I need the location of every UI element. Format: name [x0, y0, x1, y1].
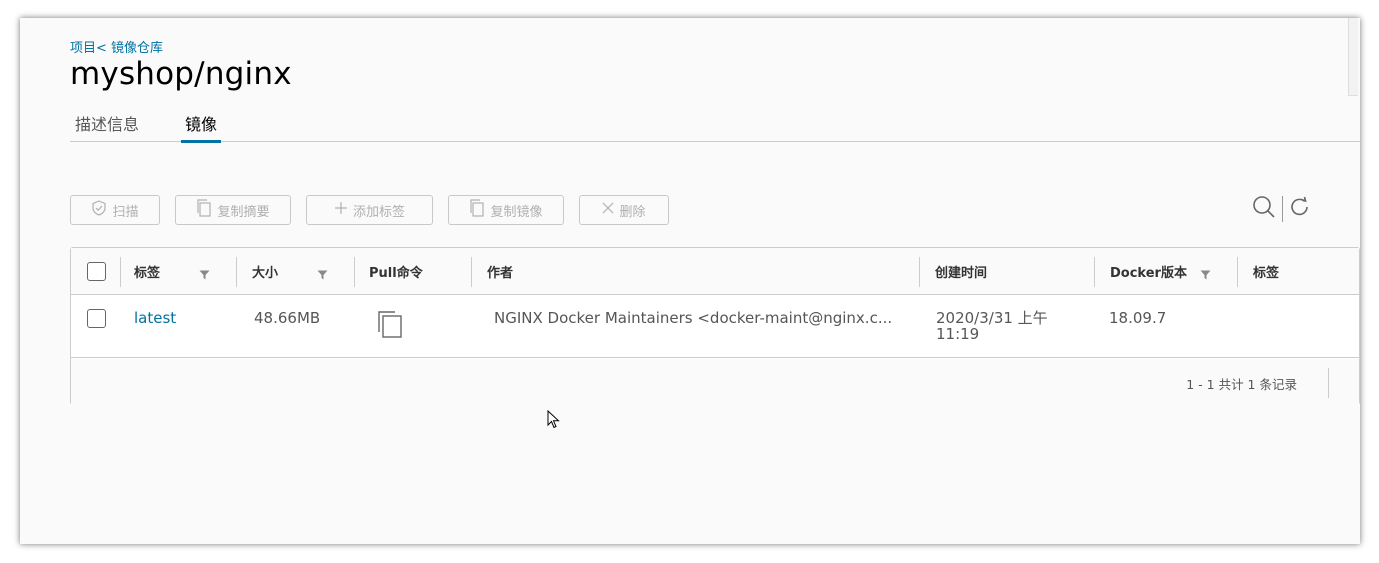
filter-icon[interactable] — [317, 265, 328, 284]
filter-icon[interactable] — [199, 265, 210, 284]
tab-bar: 描述信息 镜像 — [70, 106, 1360, 143]
add-label-label: 添加标签 — [352, 204, 405, 220]
created-time: 11:19 — [936, 325, 980, 343]
col-divider — [236, 257, 237, 287]
page-title: myshop/nginx — [70, 56, 292, 92]
delete-label: 删除 — [619, 204, 646, 220]
plus-icon — [334, 201, 348, 219]
active-tab-indicator — [181, 140, 222, 143]
col-divider — [471, 257, 472, 287]
tool-divider — [1282, 196, 1283, 222]
pagination-summary: 1 - 1 共计 1 条记录 — [1186, 377, 1297, 392]
col-header-created[interactable]: 创建时间 — [935, 262, 987, 281]
tag-link[interactable]: latest — [134, 309, 176, 327]
table-row[interactable]: latest 48.66MB NGINX Docker Maintainers … — [71, 295, 1359, 358]
image-data-grid: 标签 大小 Pull命令 作者 创建时间 Docker版本 标签 latest … — [70, 247, 1360, 405]
copy-icon — [196, 199, 212, 221]
tab-images-label: 镜像 — [185, 115, 218, 134]
scan-button-label: 扫描 — [112, 204, 139, 220]
app-window: 项目< 镜像仓库 myshop/nginx 描述信息 镜像 扫描 复制摘要 添加… — [20, 18, 1360, 544]
grid-footer: 1 - 1 共计 1 条记录 — [71, 359, 1359, 405]
tab-description[interactable]: 描述信息 — [75, 111, 139, 142]
filter-icon[interactable] — [1200, 265, 1211, 284]
row-checkbox[interactable] — [87, 309, 106, 328]
footer-divider — [1328, 368, 1329, 398]
tab-images[interactable]: 镜像 — [181, 111, 222, 143]
col-header-pull[interactable]: Pull命令 — [369, 262, 423, 281]
refresh-icon[interactable] — [1289, 196, 1311, 222]
delete-button[interactable]: 删除 — [579, 195, 669, 225]
col-header-docker-version[interactable]: Docker版本 — [1110, 262, 1187, 281]
col-header-author[interactable]: 作者 — [487, 262, 513, 281]
col-divider — [1237, 257, 1238, 287]
col-divider — [354, 257, 355, 287]
author-value: NGINX Docker Maintainers <docker-maint@n… — [494, 309, 893, 327]
col-divider — [919, 257, 920, 287]
copy-digest-label: 复制摘要 — [217, 204, 270, 220]
col-header-size[interactable]: 大小 — [252, 262, 278, 281]
copy-icon[interactable] — [377, 310, 403, 342]
copy-image-button[interactable]: 复制镜像 — [448, 195, 564, 225]
scrollbar[interactable] — [1348, 18, 1358, 96]
close-icon — [602, 202, 614, 218]
copy-image-label: 复制镜像 — [490, 204, 543, 220]
grid-header: 标签 大小 Pull命令 作者 创建时间 Docker版本 标签 — [71, 248, 1359, 295]
docker-version-value: 18.09.7 — [1109, 309, 1167, 327]
add-label-button[interactable]: 添加标签 — [306, 195, 433, 225]
select-all-checkbox[interactable] — [87, 262, 106, 281]
breadcrumb[interactable]: 项目< 镜像仓库 — [70, 37, 163, 56]
col-header-tag[interactable]: 标签 — [134, 262, 160, 281]
copy-digest-button[interactable]: 复制摘要 — [175, 195, 291, 225]
size-value: 48.66MB — [254, 309, 321, 327]
copy-icon — [469, 199, 485, 221]
col-divider — [1094, 257, 1095, 287]
col-header-labels[interactable]: 标签 — [1253, 262, 1279, 281]
col-divider — [120, 257, 121, 287]
created-value: 2020/3/31 上午 11:19 — [936, 310, 1048, 342]
shield-check-icon — [91, 200, 107, 220]
created-date: 2020/3/31 上午 — [936, 309, 1048, 327]
scan-button[interactable]: 扫描 — [70, 195, 160, 225]
mouse-cursor-icon — [547, 409, 561, 434]
search-icon[interactable] — [1252, 195, 1276, 223]
grid-tools — [1252, 194, 1311, 224]
